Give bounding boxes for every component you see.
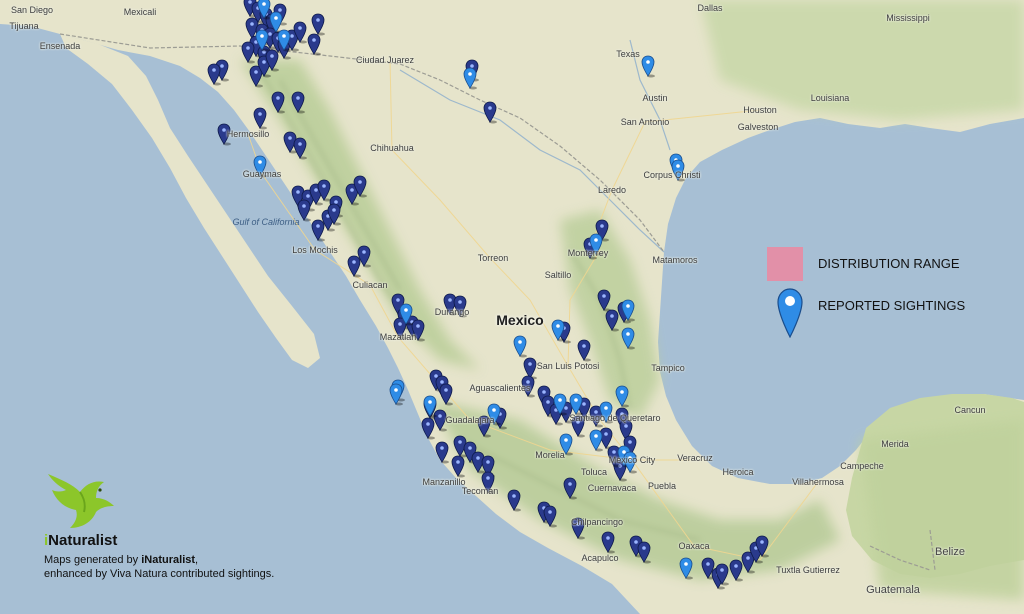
place-label: Hermosillo <box>226 129 270 139</box>
place-label: Chilpancingo <box>570 517 624 527</box>
place-label: Ensenada <box>39 41 81 51</box>
place-label: Tuxtla Gutierrez <box>776 565 840 575</box>
place-label: Texas <box>616 49 640 59</box>
place-label: Houston <box>743 105 777 115</box>
place-label: Torreon <box>477 253 509 263</box>
place-label: Cuernavaca <box>587 483 637 493</box>
place-label: Oaxaca <box>678 541 710 551</box>
place-label: Mexico City <box>608 455 656 465</box>
place-label: Guatemala <box>866 584 920 596</box>
place-label: Merida <box>881 439 909 449</box>
distribution-range-swatch <box>767 247 803 281</box>
place-label: Austin <box>642 93 668 103</box>
place-label: Los Mochis <box>292 245 338 255</box>
place-label: Cancun <box>954 405 986 415</box>
place-label: Mexicali <box>123 7 157 17</box>
place-label: Guadalajara <box>445 415 495 425</box>
place-label: Gulf of California <box>232 217 300 227</box>
place-label: Matamoros <box>652 255 698 265</box>
place-label: Durango <box>434 307 470 317</box>
place-label: Manzanillo <box>422 477 466 487</box>
place-label: Ciudad Juarez <box>355 55 415 65</box>
place-label: San Diego <box>10 5 54 15</box>
place-label: Chihuahua <box>370 143 414 153</box>
place-label: Mazatlan <box>379 332 417 342</box>
place-label: Tecoman <box>461 486 499 496</box>
place-label: Louisiana <box>810 93 850 103</box>
brand-name: iNaturalist <box>44 532 117 549</box>
place-label: Heroica <box>722 467 754 477</box>
caption-line1-before: Maps generated by <box>44 554 142 566</box>
legend-distribution-label: DISTRIBUTION RANGE <box>818 256 960 271</box>
place-label: San Antonio <box>620 117 670 127</box>
caption-line1-after: , <box>195 554 199 566</box>
place-label: Laredo <box>597 185 627 195</box>
place-label: Monterrey <box>567 248 609 258</box>
place-label: Guaymas <box>242 169 282 179</box>
place-label: Villahermosa <box>792 477 844 487</box>
caption-line1-brand[interactable]: iNaturalist <box>141 554 195 566</box>
place-label: Dallas <box>697 3 723 13</box>
place-label: Puebla <box>647 481 677 491</box>
bird-icon <box>48 474 114 528</box>
brand-name-main: Naturalist <box>48 532 118 549</box>
caption-line2: enhanced by Viva Natura contributed sigh… <box>44 568 275 580</box>
place-label: Acapulco <box>581 553 619 563</box>
place-label: Campeche <box>840 461 884 471</box>
place-label: Tijuana <box>9 21 39 31</box>
place-label: Corpus Christi <box>643 170 701 180</box>
place-label: Culiacan <box>352 280 388 290</box>
country-label: Mexico <box>496 312 544 328</box>
place-label: Morelia <box>535 450 565 460</box>
credit-caption: Maps generated by iNaturalist, enhanced … <box>44 553 274 581</box>
place-label: Mississippi <box>886 13 930 23</box>
place-label: Tampico <box>651 363 685 373</box>
legend-sightings-label: REPORTED SIGHTINGS <box>818 298 966 313</box>
place-label: Santiago de Queretaro <box>569 413 661 423</box>
place-label: Saltillo <box>544 270 572 280</box>
place-label: San Luis Potosi <box>536 361 600 371</box>
place-label: Aguascalientes <box>469 383 531 393</box>
place-label: Galveston <box>737 122 779 132</box>
pin-icon <box>777 288 803 338</box>
place-label: Veracruz <box>677 453 713 463</box>
place-label: Toluca <box>580 467 608 477</box>
island <box>268 301 276 307</box>
place-label: Belize <box>935 546 965 558</box>
